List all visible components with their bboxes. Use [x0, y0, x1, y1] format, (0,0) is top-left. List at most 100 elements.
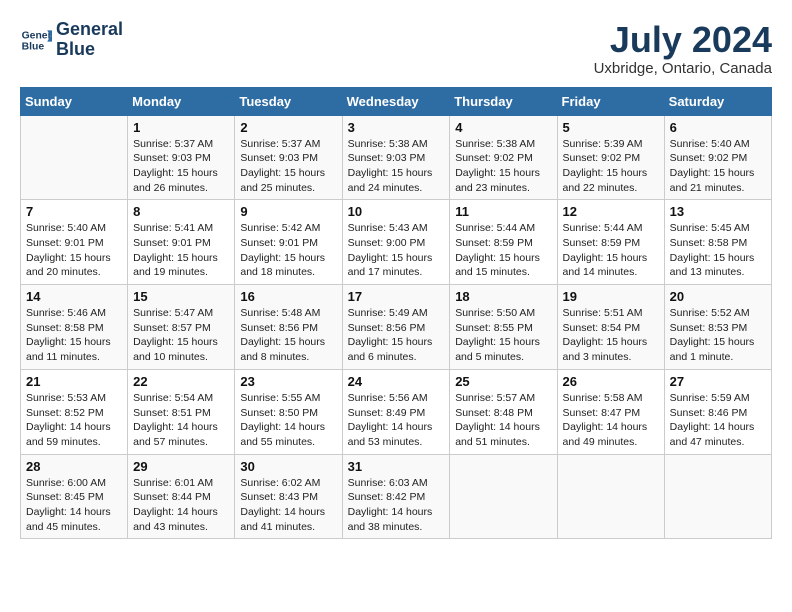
day-number: 30 — [240, 459, 336, 474]
day-info: Sunrise: 5:55 AM Sunset: 8:50 PM Dayligh… — [240, 391, 336, 450]
day-info: Sunrise: 5:52 AM Sunset: 8:53 PM Dayligh… — [670, 306, 766, 365]
calendar-cell — [557, 454, 664, 539]
day-number: 1 — [133, 120, 229, 135]
day-info: Sunrise: 6:00 AM Sunset: 8:45 PM Dayligh… — [26, 476, 122, 535]
calendar-subtitle: Uxbridge, Ontario, Canada — [594, 60, 772, 77]
calendar-cell: 3 Sunrise: 5:38 AM Sunset: 9:03 PM Daylig… — [342, 115, 450, 200]
day-info: Sunrise: 5:56 AM Sunset: 8:49 PM Dayligh… — [348, 391, 445, 450]
day-info: Sunrise: 6:02 AM Sunset: 8:43 PM Dayligh… — [240, 476, 336, 535]
calendar-header-row: SundayMondayTuesdayWednesdayThursdayFrid… — [21, 87, 772, 115]
calendar-cell: 25 Sunrise: 5:57 AM Sunset: 8:48 PM Dayli… — [450, 369, 557, 454]
calendar-cell: 13 Sunrise: 5:45 AM Sunset: 8:58 PM Dayli… — [664, 200, 771, 285]
day-number: 4 — [455, 120, 551, 135]
calendar-cell: 5 Sunrise: 5:39 AM Sunset: 9:02 PM Daylig… — [557, 115, 664, 200]
calendar-cell: 10Sunrise: 5:43 AM Sunset: 9:00 PM Dayli… — [342, 200, 450, 285]
calendar-cell: 15Sunrise: 5:47 AM Sunset: 8:57 PM Dayli… — [128, 285, 235, 370]
column-header-friday: Friday — [557, 87, 664, 115]
day-info: Sunrise: 6:01 AM Sunset: 8:44 PM Dayligh… — [133, 476, 229, 535]
logo: General Blue General Blue — [20, 20, 123, 60]
calendar-cell — [664, 454, 771, 539]
day-number: 28 — [26, 459, 122, 474]
column-header-sunday: Sunday — [21, 87, 128, 115]
day-number: 17 — [348, 289, 445, 304]
calendar-cell: 16 Sunrise: 5:48 AM Sunset: 8:56 PM Dayli… — [235, 285, 342, 370]
day-number: 26 — [563, 374, 659, 389]
day-info: Sunrise: 5:44 AM Sunset: 8:59 PM Dayligh… — [563, 221, 659, 280]
day-number: 11 — [455, 204, 551, 219]
day-info: Sunrise: 5:59 AM Sunset: 8:46 PM Dayligh… — [670, 391, 766, 450]
day-number: 27 — [670, 374, 766, 389]
day-info: Sunrise: 5:44 AM Sunset: 8:59 PM Dayligh… — [455, 221, 551, 280]
day-number: 12 — [563, 204, 659, 219]
day-number: 20 — [670, 289, 766, 304]
week-row-1: 1 Sunrise: 5:37 AM Sunset: 9:03 PM Daylig… — [21, 115, 772, 200]
day-number: 13 — [670, 204, 766, 219]
day-info: Sunrise: 5:39 AM Sunset: 9:02 PM Dayligh… — [563, 137, 659, 196]
calendar-cell: 4 Sunrise: 5:38 AM Sunset: 9:02 PM Daylig… — [450, 115, 557, 200]
day-info: Sunrise: 5:40 AM Sunset: 9:02 PM Dayligh… — [670, 137, 766, 196]
page-header: General Blue General Blue July 2024 Uxbr… — [20, 20, 772, 77]
calendar-cell: 12 Sunrise: 5:44 AM Sunset: 8:59 PM Dayli… — [557, 200, 664, 285]
calendar-cell — [21, 115, 128, 200]
calendar-cell: 17Sunrise: 5:49 AM Sunset: 8:56 PM Dayli… — [342, 285, 450, 370]
calendar-cell — [450, 454, 557, 539]
day-number: 5 — [563, 120, 659, 135]
logo-icon: General Blue — [20, 24, 52, 56]
calendar-cell: 2 Sunrise: 5:37 AM Sunset: 9:03 PM Daylig… — [235, 115, 342, 200]
day-info: Sunrise: 5:43 AM Sunset: 9:00 PM Dayligh… — [348, 221, 445, 280]
day-number: 16 — [240, 289, 336, 304]
day-info: Sunrise: 5:53 AM Sunset: 8:52 PM Dayligh… — [26, 391, 122, 450]
day-number: 21 — [26, 374, 122, 389]
calendar-cell: 6Sunrise: 5:40 AM Sunset: 9:02 PM Daylig… — [664, 115, 771, 200]
calendar-cell: 30 Sunrise: 6:02 AM Sunset: 8:43 PM Dayli… — [235, 454, 342, 539]
day-info: Sunrise: 5:48 AM Sunset: 8:56 PM Dayligh… — [240, 306, 336, 365]
day-info: Sunrise: 5:54 AM Sunset: 8:51 PM Dayligh… — [133, 391, 229, 450]
day-info: Sunrise: 5:46 AM Sunset: 8:58 PM Dayligh… — [26, 306, 122, 365]
day-info: Sunrise: 5:42 AM Sunset: 9:01 PM Dayligh… — [240, 221, 336, 280]
day-info: Sunrise: 6:03 AM Sunset: 8:42 PM Dayligh… — [348, 476, 445, 535]
calendar-cell: 22 Sunrise: 5:54 AM Sunset: 8:51 PM Dayli… — [128, 369, 235, 454]
day-info: Sunrise: 5:38 AM Sunset: 9:03 PM Dayligh… — [348, 137, 445, 196]
day-number: 15 — [133, 289, 229, 304]
calendar-cell: 27 Sunrise: 5:59 AM Sunset: 8:46 PM Dayli… — [664, 369, 771, 454]
week-row-3: 14 Sunrise: 5:46 AM Sunset: 8:58 PM Dayli… — [21, 285, 772, 370]
day-number: 9 — [240, 204, 336, 219]
day-number: 3 — [348, 120, 445, 135]
logo-text-line2: Blue — [56, 40, 123, 60]
column-header-wednesday: Wednesday — [342, 87, 450, 115]
calendar-cell: 23Sunrise: 5:55 AM Sunset: 8:50 PM Dayli… — [235, 369, 342, 454]
logo-text-line1: General — [56, 20, 123, 40]
day-info: Sunrise: 5:40 AM Sunset: 9:01 PM Dayligh… — [26, 221, 122, 280]
calendar-title: July 2024 — [594, 20, 772, 60]
week-row-2: 7Sunrise: 5:40 AM Sunset: 9:01 PM Daylig… — [21, 200, 772, 285]
day-info: Sunrise: 5:57 AM Sunset: 8:48 PM Dayligh… — [455, 391, 551, 450]
day-info: Sunrise: 5:37 AM Sunset: 9:03 PM Dayligh… — [240, 137, 336, 196]
day-info: Sunrise: 5:45 AM Sunset: 8:58 PM Dayligh… — [670, 221, 766, 280]
day-number: 29 — [133, 459, 229, 474]
day-number: 14 — [26, 289, 122, 304]
calendar-cell: 24Sunrise: 5:56 AM Sunset: 8:49 PM Dayli… — [342, 369, 450, 454]
week-row-5: 28 Sunrise: 6:00 AM Sunset: 8:45 PM Dayli… — [21, 454, 772, 539]
week-row-4: 21 Sunrise: 5:53 AM Sunset: 8:52 PM Dayli… — [21, 369, 772, 454]
column-header-thursday: Thursday — [450, 87, 557, 115]
day-info: Sunrise: 5:51 AM Sunset: 8:54 PM Dayligh… — [563, 306, 659, 365]
day-info: Sunrise: 5:37 AM Sunset: 9:03 PM Dayligh… — [133, 137, 229, 196]
calendar-cell: 11 Sunrise: 5:44 AM Sunset: 8:59 PM Dayli… — [450, 200, 557, 285]
day-number: 18 — [455, 289, 551, 304]
calendar-table: SundayMondayTuesdayWednesdayThursdayFrid… — [20, 87, 772, 540]
day-number: 19 — [563, 289, 659, 304]
day-number: 25 — [455, 374, 551, 389]
svg-text:General: General — [22, 30, 52, 41]
calendar-cell: 8Sunrise: 5:41 AM Sunset: 9:01 PM Daylig… — [128, 200, 235, 285]
day-number: 22 — [133, 374, 229, 389]
calendar-body: 1 Sunrise: 5:37 AM Sunset: 9:03 PM Daylig… — [21, 115, 772, 539]
day-info: Sunrise: 5:41 AM Sunset: 9:01 PM Dayligh… — [133, 221, 229, 280]
column-header-saturday: Saturday — [664, 87, 771, 115]
calendar-cell: 21 Sunrise: 5:53 AM Sunset: 8:52 PM Dayli… — [21, 369, 128, 454]
calendar-cell: 19 Sunrise: 5:51 AM Sunset: 8:54 PM Dayli… — [557, 285, 664, 370]
column-header-monday: Monday — [128, 87, 235, 115]
svg-text:Blue: Blue — [22, 41, 45, 52]
day-number: 2 — [240, 120, 336, 135]
day-info: Sunrise: 5:38 AM Sunset: 9:02 PM Dayligh… — [455, 137, 551, 196]
calendar-cell: 7Sunrise: 5:40 AM Sunset: 9:01 PM Daylig… — [21, 200, 128, 285]
